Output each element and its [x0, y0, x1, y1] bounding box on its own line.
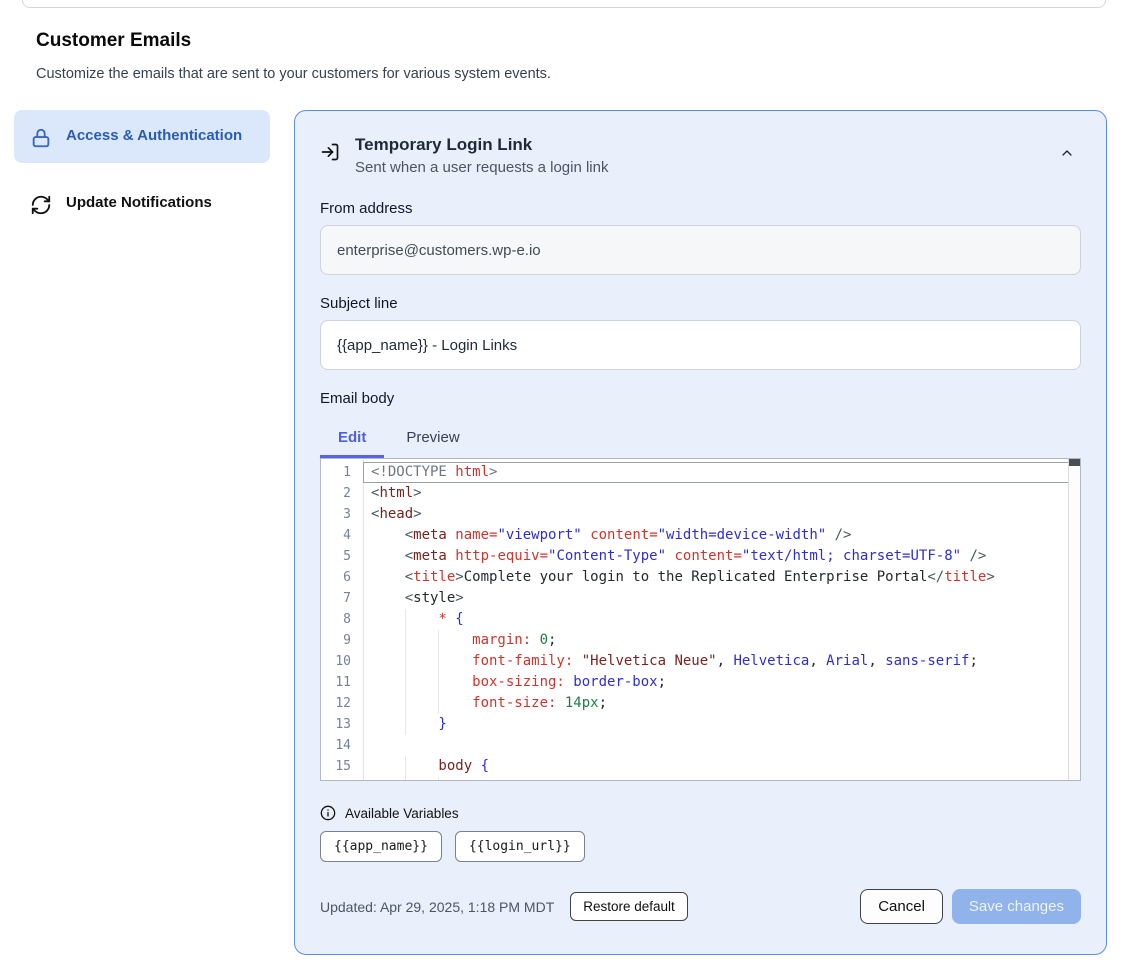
code-line: 3<head> — [321, 504, 1080, 525]
code-line: 8* { — [321, 609, 1080, 630]
refresh-icon — [30, 194, 52, 216]
email-body-label: Email body — [320, 390, 1081, 407]
code-line: 16background-color: #f8f8f8; — [321, 777, 1080, 781]
variable-chip-login-url[interactable]: {{login_url}} — [455, 831, 585, 862]
sidebar-item-label: Update Notifications — [66, 191, 212, 215]
editor-scrollbar[interactable] — [1068, 459, 1080, 780]
settings-sidebar: Access & Authentication Update Notificat… — [14, 110, 270, 244]
from-address-input[interactable] — [320, 225, 1081, 275]
code-line: 13} — [321, 714, 1080, 735]
code-editor[interactable]: 1<!DOCTYPE html>2<html>3<head>4<meta nam… — [320, 458, 1081, 781]
tab-edit[interactable]: Edit — [320, 421, 384, 458]
subject-line-input[interactable] — [320, 320, 1081, 370]
panel-title: Temporary Login Link — [355, 135, 608, 155]
panel-subtitle: Sent when a user requests a login link — [355, 159, 608, 176]
code-line: 1<!DOCTYPE html> — [321, 462, 1080, 483]
footer-actions: Cancel Save changes — [860, 889, 1081, 924]
email-body-tabs: Edit Preview — [320, 421, 1081, 458]
tab-preview[interactable]: Preview — [388, 421, 477, 458]
code-line: 9margin: 0; — [321, 630, 1080, 651]
variable-chip-app-name[interactable]: {{app_name}} — [320, 831, 442, 862]
panel-header-text: Temporary Login Link Sent when a user re… — [355, 135, 608, 176]
save-changes-button[interactable]: Save changes — [952, 889, 1081, 924]
lock-icon — [30, 127, 52, 149]
code-line: 15body { — [321, 756, 1080, 777]
code-line: 2<html> — [321, 483, 1080, 504]
temporary-login-link-panel: Temporary Login Link Sent when a user re… — [294, 110, 1107, 955]
code-line: 6<title>Complete your login to the Repli… — [321, 567, 1080, 588]
sidebar-item-update-notifications[interactable]: Update Notifications — [14, 177, 270, 230]
code-line: 4<meta name="viewport" content="width=de… — [321, 525, 1080, 546]
available-variables-row: Available Variables — [320, 805, 1081, 821]
code-line: 7<style> — [321, 588, 1080, 609]
updated-timestamp: Updated: Apr 29, 2025, 1:18 PM MDT — [320, 899, 554, 915]
panel-header: Temporary Login Link Sent when a user re… — [320, 135, 1081, 176]
chevron-up-icon — [1059, 149, 1075, 164]
code-editor-lines: 1<!DOCTYPE html>2<html>3<head>4<meta nam… — [321, 459, 1080, 781]
page-title: Customer Emails — [36, 30, 191, 52]
panel-footer: Updated: Apr 29, 2025, 1:18 PM MDT Resto… — [320, 889, 1081, 924]
editor-scrollbar-thumb[interactable] — [1069, 459, 1080, 466]
code-line: 5<meta http-equiv="Content-Type" content… — [321, 546, 1080, 567]
from-address-label: From address — [320, 200, 1081, 217]
sidebar-item-access-authentication[interactable]: Access & Authentication — [14, 110, 270, 163]
variable-chips: {{app_name}} {{login_url}} — [320, 831, 1081, 862]
available-variables-label: Available Variables — [345, 806, 459, 821]
customer-emails-page: Customer Emails Customize the emails tha… — [0, 0, 1128, 980]
code-line: 12font-size: 14px; — [321, 693, 1080, 714]
code-line: 14 — [321, 735, 1080, 756]
sidebar-item-label: Access & Authentication — [66, 124, 242, 148]
login-icon — [320, 142, 340, 167]
cancel-button[interactable]: Cancel — [860, 889, 943, 924]
collapse-panel-button[interactable] — [1059, 145, 1075, 164]
code-line: 11box-sizing: border-box; — [321, 672, 1080, 693]
info-icon — [320, 805, 336, 821]
restore-default-button[interactable]: Restore default — [570, 892, 688, 921]
code-line: 10font-family: "Helvetica Neue", Helveti… — [321, 651, 1080, 672]
previous-card-edge — [22, 0, 1106, 8]
page-subtitle: Customize the emails that are sent to yo… — [36, 66, 551, 82]
subject-line-label: Subject line — [320, 295, 1081, 312]
